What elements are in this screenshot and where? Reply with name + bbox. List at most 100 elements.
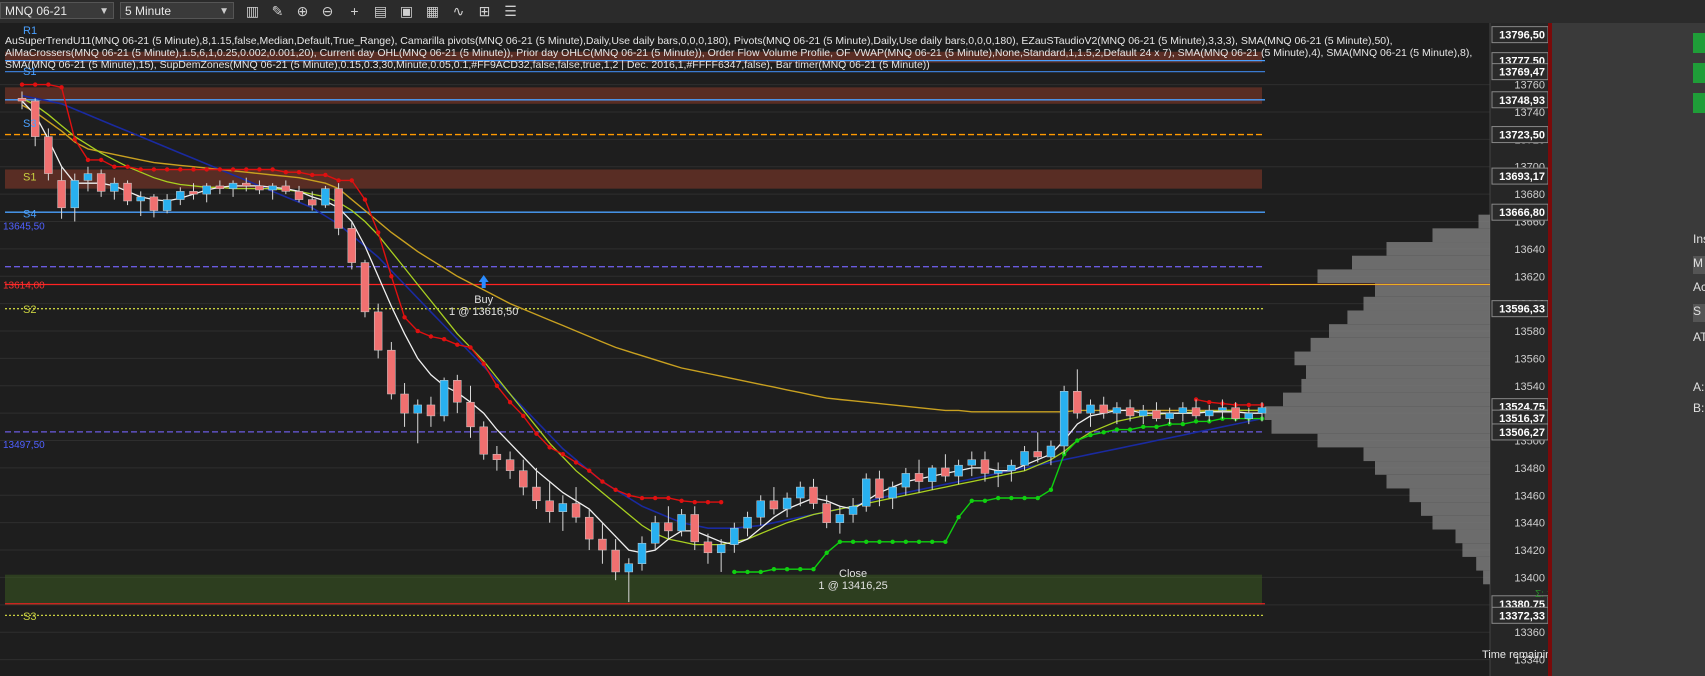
- candle-body: [136, 196, 145, 202]
- supertrend-red-line-dot: [270, 167, 275, 172]
- supertrend-red-line-dot: [310, 172, 315, 178]
- data-box-icon[interactable]: ▤: [370, 1, 391, 21]
- zoom-in-icon[interactable]: ⊕: [292, 1, 313, 21]
- trade-label: 1 @ 13416,25: [818, 580, 887, 592]
- y-tick-label: 13560: [1514, 353, 1545, 365]
- supertrend-red-line-dot: [151, 167, 157, 172]
- timeframe-selector[interactable]: 5 Minute ▼: [120, 2, 234, 19]
- candle-body: [756, 500, 765, 518]
- supertrend-red-line-dot: [613, 487, 618, 493]
- supertrend-red-line-dot: [1207, 400, 1212, 405]
- y-tick-label: 13620: [1514, 271, 1545, 283]
- instrument-selector[interactable]: MNQ 06-21 ▼: [0, 2, 114, 19]
- volume-profile-bar: [1432, 228, 1490, 243]
- supertrend-red-line-dot: [534, 431, 539, 436]
- supertrend-green-line-dot: [1022, 495, 1027, 501]
- pivot-label: S2: [23, 304, 36, 316]
- price-badge-value: 13516,37: [1499, 413, 1545, 425]
- candle-body: [1099, 404, 1108, 414]
- candle-body: [189, 191, 198, 195]
- supertrend-red-line-dot: [72, 137, 77, 142]
- panel-label-at: AT: [1693, 330, 1705, 344]
- menu-icon[interactable]: ☰: [500, 1, 521, 21]
- candle-body: [1059, 391, 1069, 447]
- supertrend-green-line-dot: [1154, 424, 1159, 430]
- candle-body: [373, 311, 383, 351]
- supertrend-red-line-dot: [652, 495, 658, 501]
- candle-body: [1165, 412, 1174, 419]
- chart-properties-icon[interactable]: ▣: [396, 1, 417, 21]
- supertrend-green-line-dot: [811, 567, 816, 572]
- zoom-out-icon[interactable]: ⊖: [317, 1, 338, 21]
- supertrend-green-line-dot: [995, 495, 1001, 501]
- y-tick-label: 13760: [1514, 80, 1545, 92]
- volume-profile-bar: [1363, 296, 1490, 311]
- volume-profile-bar: [1386, 242, 1490, 256]
- candle-body: [1112, 407, 1122, 414]
- candle-body: [677, 514, 686, 532]
- volume-profile-bar: [1294, 351, 1490, 366]
- supertrend-green-line-dot: [850, 539, 856, 545]
- crosshair-icon[interactable]: +: [344, 1, 365, 21]
- candle-body: [519, 470, 528, 488]
- green-action-button[interactable]: [1693, 33, 1705, 53]
- candle-body: [888, 486, 897, 499]
- volume-profile-bar: [1352, 255, 1490, 270]
- supertrend-green-line-dot: [1048, 487, 1054, 493]
- volume-profile-bar: [1386, 474, 1490, 489]
- candle-body: [149, 196, 159, 211]
- candle-body: [321, 188, 330, 206]
- candle-body: [96, 173, 106, 192]
- volume-profile-bar: [1432, 515, 1490, 530]
- supertrend-red-line-dot: [705, 499, 711, 505]
- supertrend-red-line-dot: [112, 164, 117, 169]
- price-chart[interactable]: Buy1 @ 13616,50Close1 @ 13416,25R1S1S3S1…: [0, 23, 1548, 676]
- volume-profile-bar: [1476, 556, 1490, 571]
- draw-pencil-icon[interactable]: ✎: [267, 1, 288, 21]
- volume-profile-bar: [1478, 214, 1490, 229]
- supertrend-green-line-dot: [732, 569, 737, 575]
- volume-profile-bar: [1409, 488, 1490, 503]
- green-action-button[interactable]: [1693, 93, 1705, 113]
- supertrend-green-line-dot: [1088, 432, 1093, 438]
- volume-profile-bar: [1462, 543, 1490, 557]
- supertrend-red-line-dot: [323, 172, 328, 178]
- candle-body: [980, 459, 990, 474]
- supertrend-green-line-dot: [982, 498, 988, 503]
- candle-body: [914, 473, 924, 482]
- supertrend-green-line-dot: [1009, 495, 1014, 501]
- supertrend-green-line-dot: [877, 539, 882, 545]
- supertrend-red-line-dot: [362, 197, 368, 202]
- supertrend-green-line-dot: [798, 567, 803, 572]
- candle-body: [413, 404, 422, 414]
- supertrend-red-line-dot: [455, 342, 460, 347]
- templates-icon[interactable]: ▦: [422, 1, 443, 21]
- panel-field[interactable]: S: [1693, 304, 1705, 322]
- candle-body: [624, 563, 634, 573]
- price-badge-value: 13666,80: [1499, 207, 1545, 219]
- supertrend-red-line-dot: [283, 170, 289, 175]
- supertrend-red-line-dot: [349, 178, 354, 183]
- supertrend-red-line-dot: [1246, 402, 1252, 408]
- supertrend-red-line-dot: [19, 82, 25, 87]
- y-tick-label: 13540: [1514, 381, 1545, 393]
- y-tick-label: 13460: [1514, 490, 1545, 502]
- strategies-icon[interactable]: ∿: [448, 1, 469, 21]
- supertrend-red-line-dot: [164, 167, 170, 172]
- timeframe-label: 5 Minute: [125, 4, 172, 18]
- candle-body: [585, 516, 594, 540]
- panel-field[interactable]: M: [1693, 256, 1705, 274]
- candle-body: [848, 505, 858, 515]
- candle-body: [1007, 464, 1016, 471]
- candle-body: [835, 514, 845, 523]
- green-action-button[interactable]: [1693, 63, 1705, 83]
- supertrend-red-line-dot: [415, 328, 420, 334]
- indicators-icon[interactable]: ⊞: [474, 1, 495, 21]
- supertrend-green-line-dot: [1114, 427, 1120, 432]
- supertrend-red-line-dot: [626, 493, 632, 498]
- price-badge-value: 13596,33: [1499, 304, 1545, 316]
- supertrend-green-line-dot: [903, 539, 909, 545]
- supertrend-green-line-dot: [1035, 495, 1040, 501]
- supertrend-red-line-dot: [481, 361, 486, 367]
- bar-type-icon[interactable]: ▥: [242, 1, 263, 21]
